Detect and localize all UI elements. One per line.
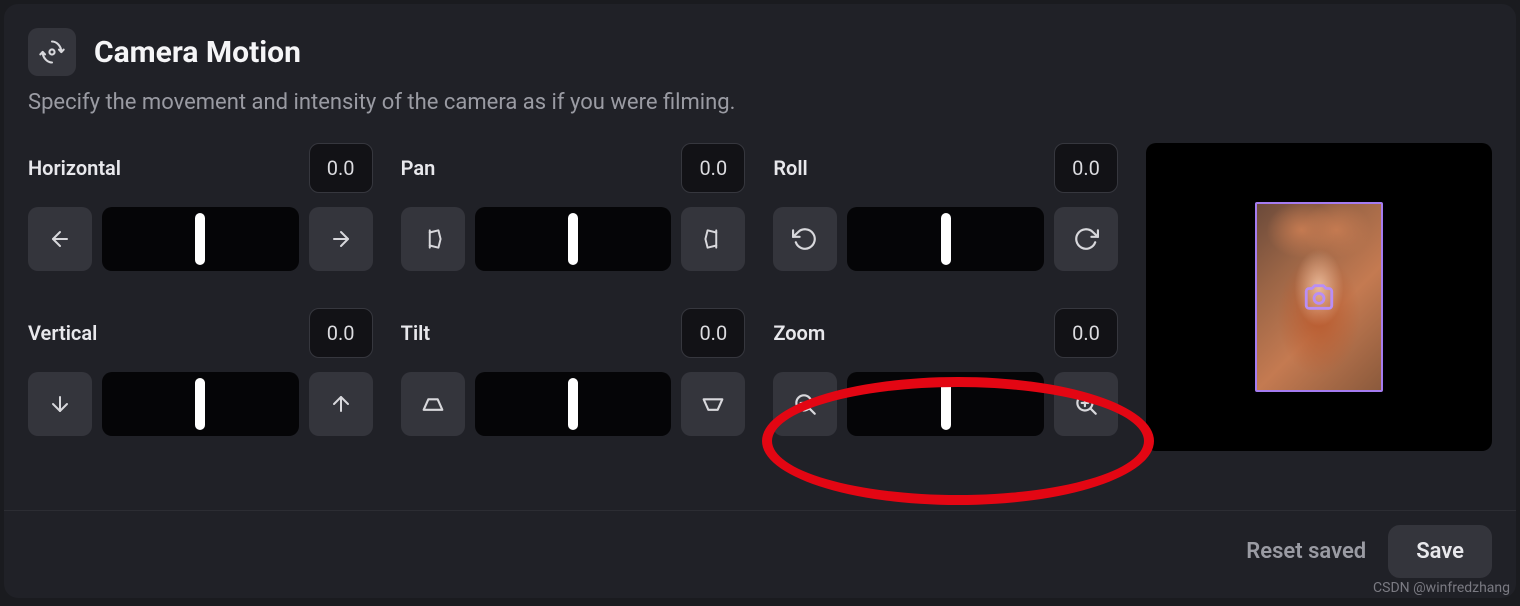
slider-thumb[interactable] (568, 378, 578, 430)
control-label: Horizontal (28, 156, 121, 180)
pan-left-button[interactable] (401, 207, 465, 271)
vertical-down-button[interactable] (28, 372, 92, 436)
horizontal-slider[interactable] (102, 207, 299, 271)
slider-row (773, 207, 1118, 271)
control-head: Horizontal 0.0 (28, 143, 373, 193)
main-content: Horizontal 0.0 Pa (28, 143, 1492, 451)
slider-thumb[interactable] (195, 378, 205, 430)
control-label: Zoom (773, 321, 825, 345)
roll-cw-button[interactable] (1054, 207, 1118, 271)
tilt-down-button[interactable] (401, 372, 465, 436)
control-zoom: Zoom 0.0 (773, 308, 1118, 451)
reset-saved-button[interactable]: Reset saved (1246, 539, 1366, 564)
slider-row (401, 372, 746, 436)
control-head: Pan 0.0 (401, 143, 746, 193)
zoom-out-button[interactable] (773, 372, 837, 436)
rotate-ccw-icon (792, 226, 818, 252)
arrow-up-icon (329, 392, 353, 416)
horizontal-value-input[interactable]: 0.0 (309, 143, 373, 193)
slider-row (401, 207, 746, 271)
vertical-slider[interactable] (102, 372, 299, 436)
control-head: Vertical 0.0 (28, 308, 373, 358)
horizontal-left-button[interactable] (28, 207, 92, 271)
roll-ccw-button[interactable] (773, 207, 837, 271)
camera-icon (1302, 280, 1336, 314)
save-button[interactable]: Save (1388, 525, 1492, 578)
preview-frame (1255, 202, 1383, 392)
zoom-in-button[interactable] (1054, 372, 1118, 436)
zoom-out-icon (792, 391, 818, 417)
control-label: Tilt (401, 321, 430, 345)
preview-viewport (1146, 143, 1492, 451)
roll-value-input[interactable]: 0.0 (1054, 143, 1118, 193)
slider-thumb[interactable] (941, 378, 951, 430)
watermark-text: CSDN @winfredzhang (1373, 580, 1510, 596)
zoom-value-input[interactable]: 0.0 (1054, 308, 1118, 358)
slider-row (773, 372, 1118, 436)
pan-slider[interactable] (475, 207, 672, 271)
camera-motion-panel: Camera Motion Specify the movement and i… (4, 4, 1516, 598)
arrow-right-icon (329, 227, 353, 251)
pan-value-input[interactable]: 0.0 (681, 143, 745, 193)
slider-thumb[interactable] (195, 213, 205, 265)
slider-row (28, 372, 373, 436)
tilt-value-input[interactable]: 0.0 (681, 308, 745, 358)
tilt-down-icon (419, 390, 447, 418)
control-label: Roll (773, 156, 807, 180)
control-label: Pan (401, 156, 436, 180)
zoom-in-icon (1073, 391, 1099, 417)
panel-subtitle: Specify the movement and intensity of th… (28, 90, 1492, 115)
roll-slider[interactable] (847, 207, 1044, 271)
camera-motion-icon (28, 28, 76, 76)
arrow-left-icon (48, 227, 72, 251)
arrow-down-icon (48, 392, 72, 416)
control-pan: Pan 0.0 (401, 143, 746, 286)
slider-row (28, 207, 373, 271)
pan-right-icon (700, 226, 726, 252)
tilt-up-button[interactable] (681, 372, 745, 436)
control-label: Vertical (28, 321, 97, 345)
rotate-cw-icon (1073, 226, 1099, 252)
slider-thumb[interactable] (941, 213, 951, 265)
panel-header: Camera Motion (28, 28, 1492, 76)
control-roll: Roll 0.0 (773, 143, 1118, 286)
horizontal-right-button[interactable] (309, 207, 373, 271)
slider-thumb[interactable] (568, 213, 578, 265)
control-horizontal: Horizontal 0.0 (28, 143, 373, 286)
control-head: Tilt 0.0 (401, 308, 746, 358)
controls-grid: Horizontal 0.0 Pa (28, 143, 1118, 451)
zoom-slider[interactable] (847, 372, 1044, 436)
pan-right-button[interactable] (681, 207, 745, 271)
panel-title: Camera Motion (94, 35, 301, 70)
panel-footer: Reset saved Save (4, 510, 1516, 598)
control-head: Roll 0.0 (773, 143, 1118, 193)
pan-left-icon (420, 226, 446, 252)
tilt-up-icon (699, 390, 727, 418)
control-tilt: Tilt 0.0 (401, 308, 746, 451)
vertical-value-input[interactable]: 0.0 (309, 308, 373, 358)
control-head: Zoom 0.0 (773, 308, 1118, 358)
vertical-up-button[interactable] (309, 372, 373, 436)
tilt-slider[interactable] (475, 372, 672, 436)
control-vertical: Vertical 0.0 (28, 308, 373, 451)
